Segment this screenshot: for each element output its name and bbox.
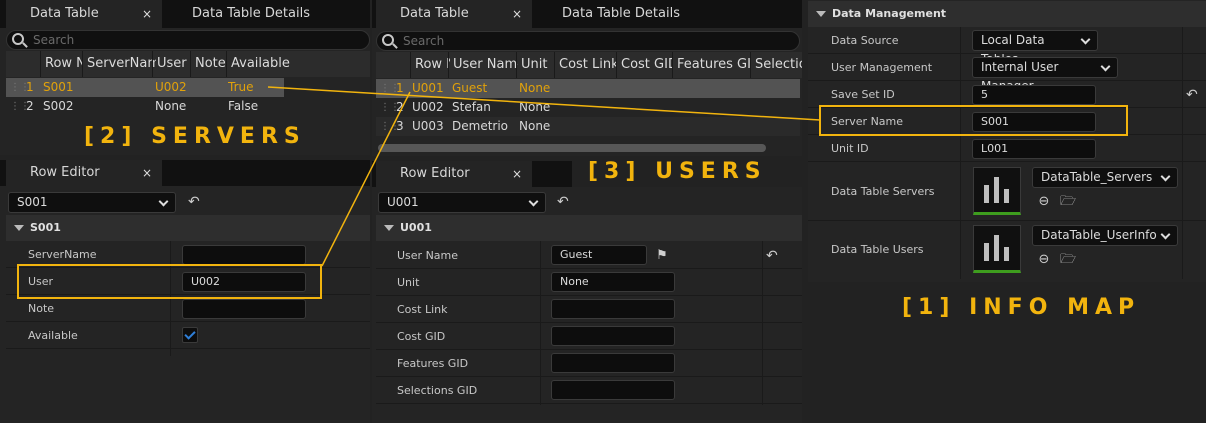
connector-lines [267,86,821,267]
connector-s001-to-server-name [267,86,821,121]
connector-user-to-u001 [321,91,411,267]
